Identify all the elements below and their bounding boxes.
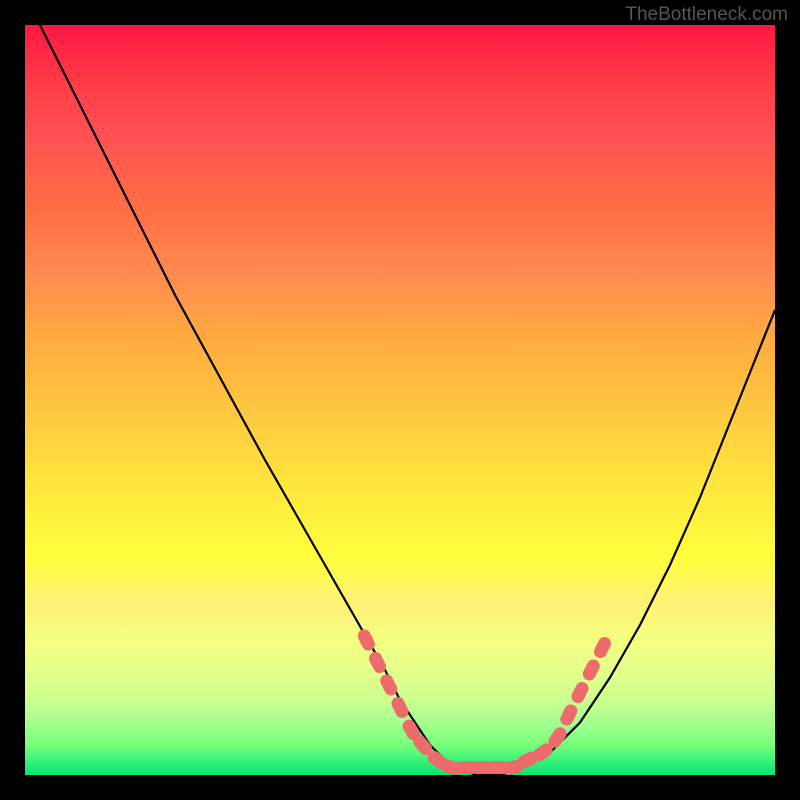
watermark-text: TheBottleneck.com [625,4,788,26]
chart-container: TheBottleneck.com [0,0,800,800]
plot-gradient-background [25,25,775,775]
